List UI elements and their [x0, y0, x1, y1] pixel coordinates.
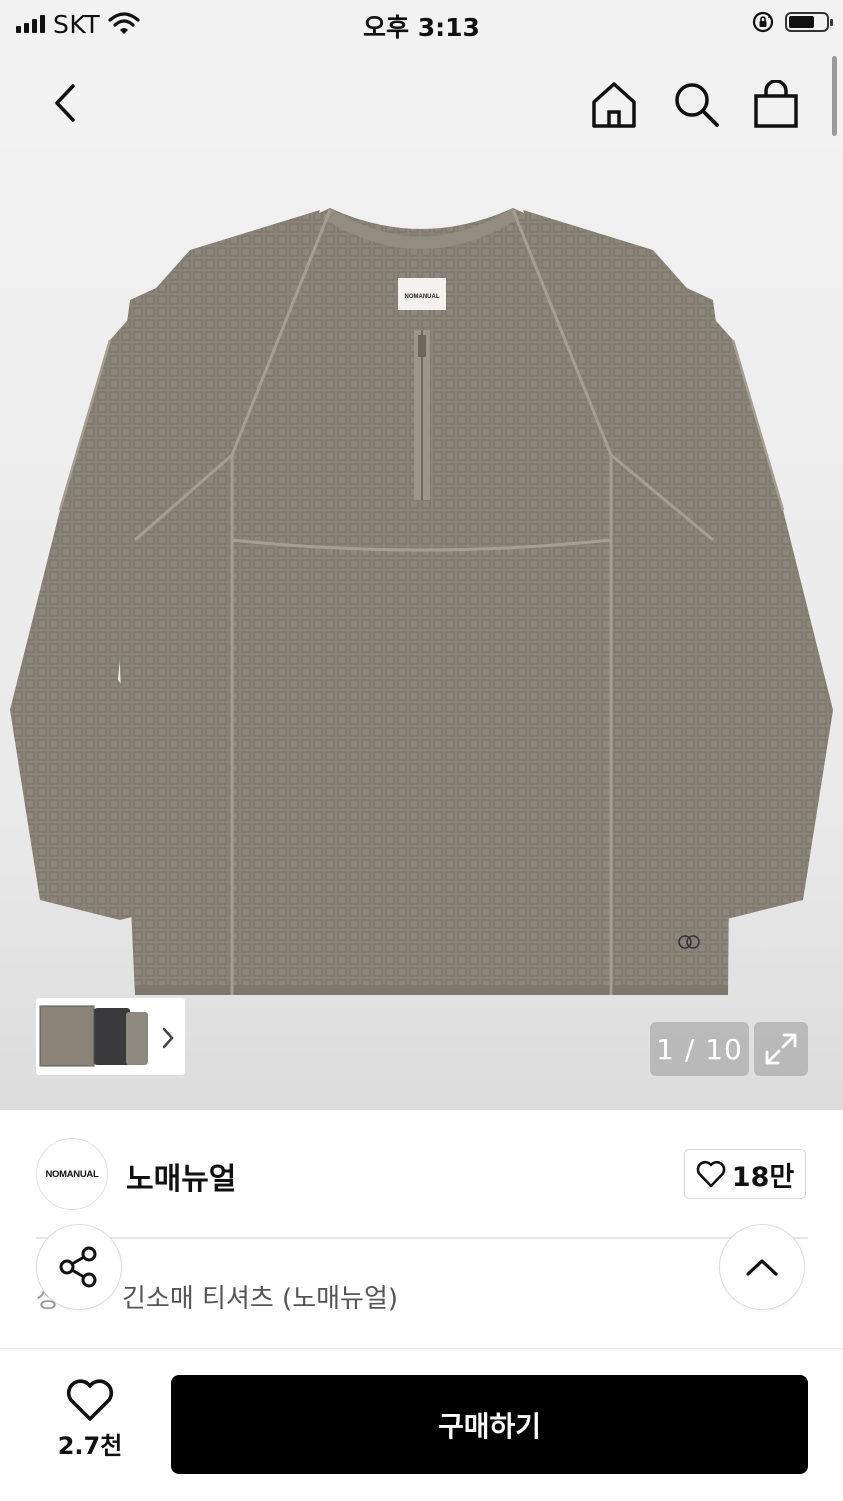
- thumbnail-strip[interactable]: [36, 998, 185, 1075]
- scroll-top-button[interactable]: [719, 1224, 805, 1310]
- product-gallery[interactable]: NOMANUAL 1 / 10: [0, 150, 843, 1110]
- scroll-indicator[interactable]: [832, 56, 837, 136]
- status-bar: SKT 오후 3:13: [0, 0, 843, 50]
- thumb-color-3: [126, 1012, 148, 1065]
- product-image[interactable]: NOMANUAL: [0, 150, 843, 1110]
- wishlist-count: 2.7천: [57, 1432, 123, 1460]
- back-button[interactable]: [40, 75, 90, 131]
- share-button[interactable]: [36, 1224, 122, 1310]
- search-button[interactable]: [668, 76, 724, 132]
- search-icon: [675, 83, 719, 127]
- back-chevron-icon: [55, 84, 75, 122]
- brand-logo[interactable]: NOMANUAL: [36, 1138, 108, 1210]
- brand-like-count: 18만: [731, 1161, 795, 1193]
- status-right: [751, 10, 833, 34]
- cart-button[interactable]: [748, 76, 804, 132]
- chevron-up-icon: [746, 1259, 778, 1276]
- thumb-color-1: [40, 1006, 94, 1066]
- rotation-lock-icon: [752, 11, 774, 33]
- brand-name[interactable]: 노매뉴얼: [126, 1154, 236, 1198]
- heart-outline-icon: [66, 1379, 114, 1421]
- expand-button[interactable]: [754, 1022, 808, 1076]
- top-nav-bar: [0, 50, 843, 150]
- garment-label-text: NOMANUAL: [405, 294, 440, 300]
- divider: [36, 1237, 808, 1239]
- thumb-color-2: [94, 1008, 130, 1065]
- home-icon: [592, 82, 636, 128]
- breadcrumb-category[interactable]: 긴소매 티셔츠 (노매뉴얼): [122, 1284, 398, 1314]
- home-button[interactable]: [586, 76, 642, 132]
- expand-icon: [765, 1033, 797, 1065]
- status-time: 오후 3:13: [363, 13, 480, 42]
- share-icon: [59, 1246, 97, 1288]
- brand-like-button[interactable]: 18만: [684, 1149, 806, 1199]
- brand-row[interactable]: NOMANUAL 노매뉴얼 18만: [0, 1110, 843, 1238]
- shopping-bag-icon: [754, 80, 798, 128]
- heart-icon: [696, 1160, 726, 1188]
- thumbnail-next-icon[interactable]: [161, 1026, 175, 1050]
- buy-button[interactable]: 구매하기: [171, 1375, 808, 1474]
- battery-icon: [785, 12, 833, 32]
- image-counter: 1 / 10: [650, 1022, 749, 1076]
- wishlist-button[interactable]: 2.7천: [40, 1378, 140, 1478]
